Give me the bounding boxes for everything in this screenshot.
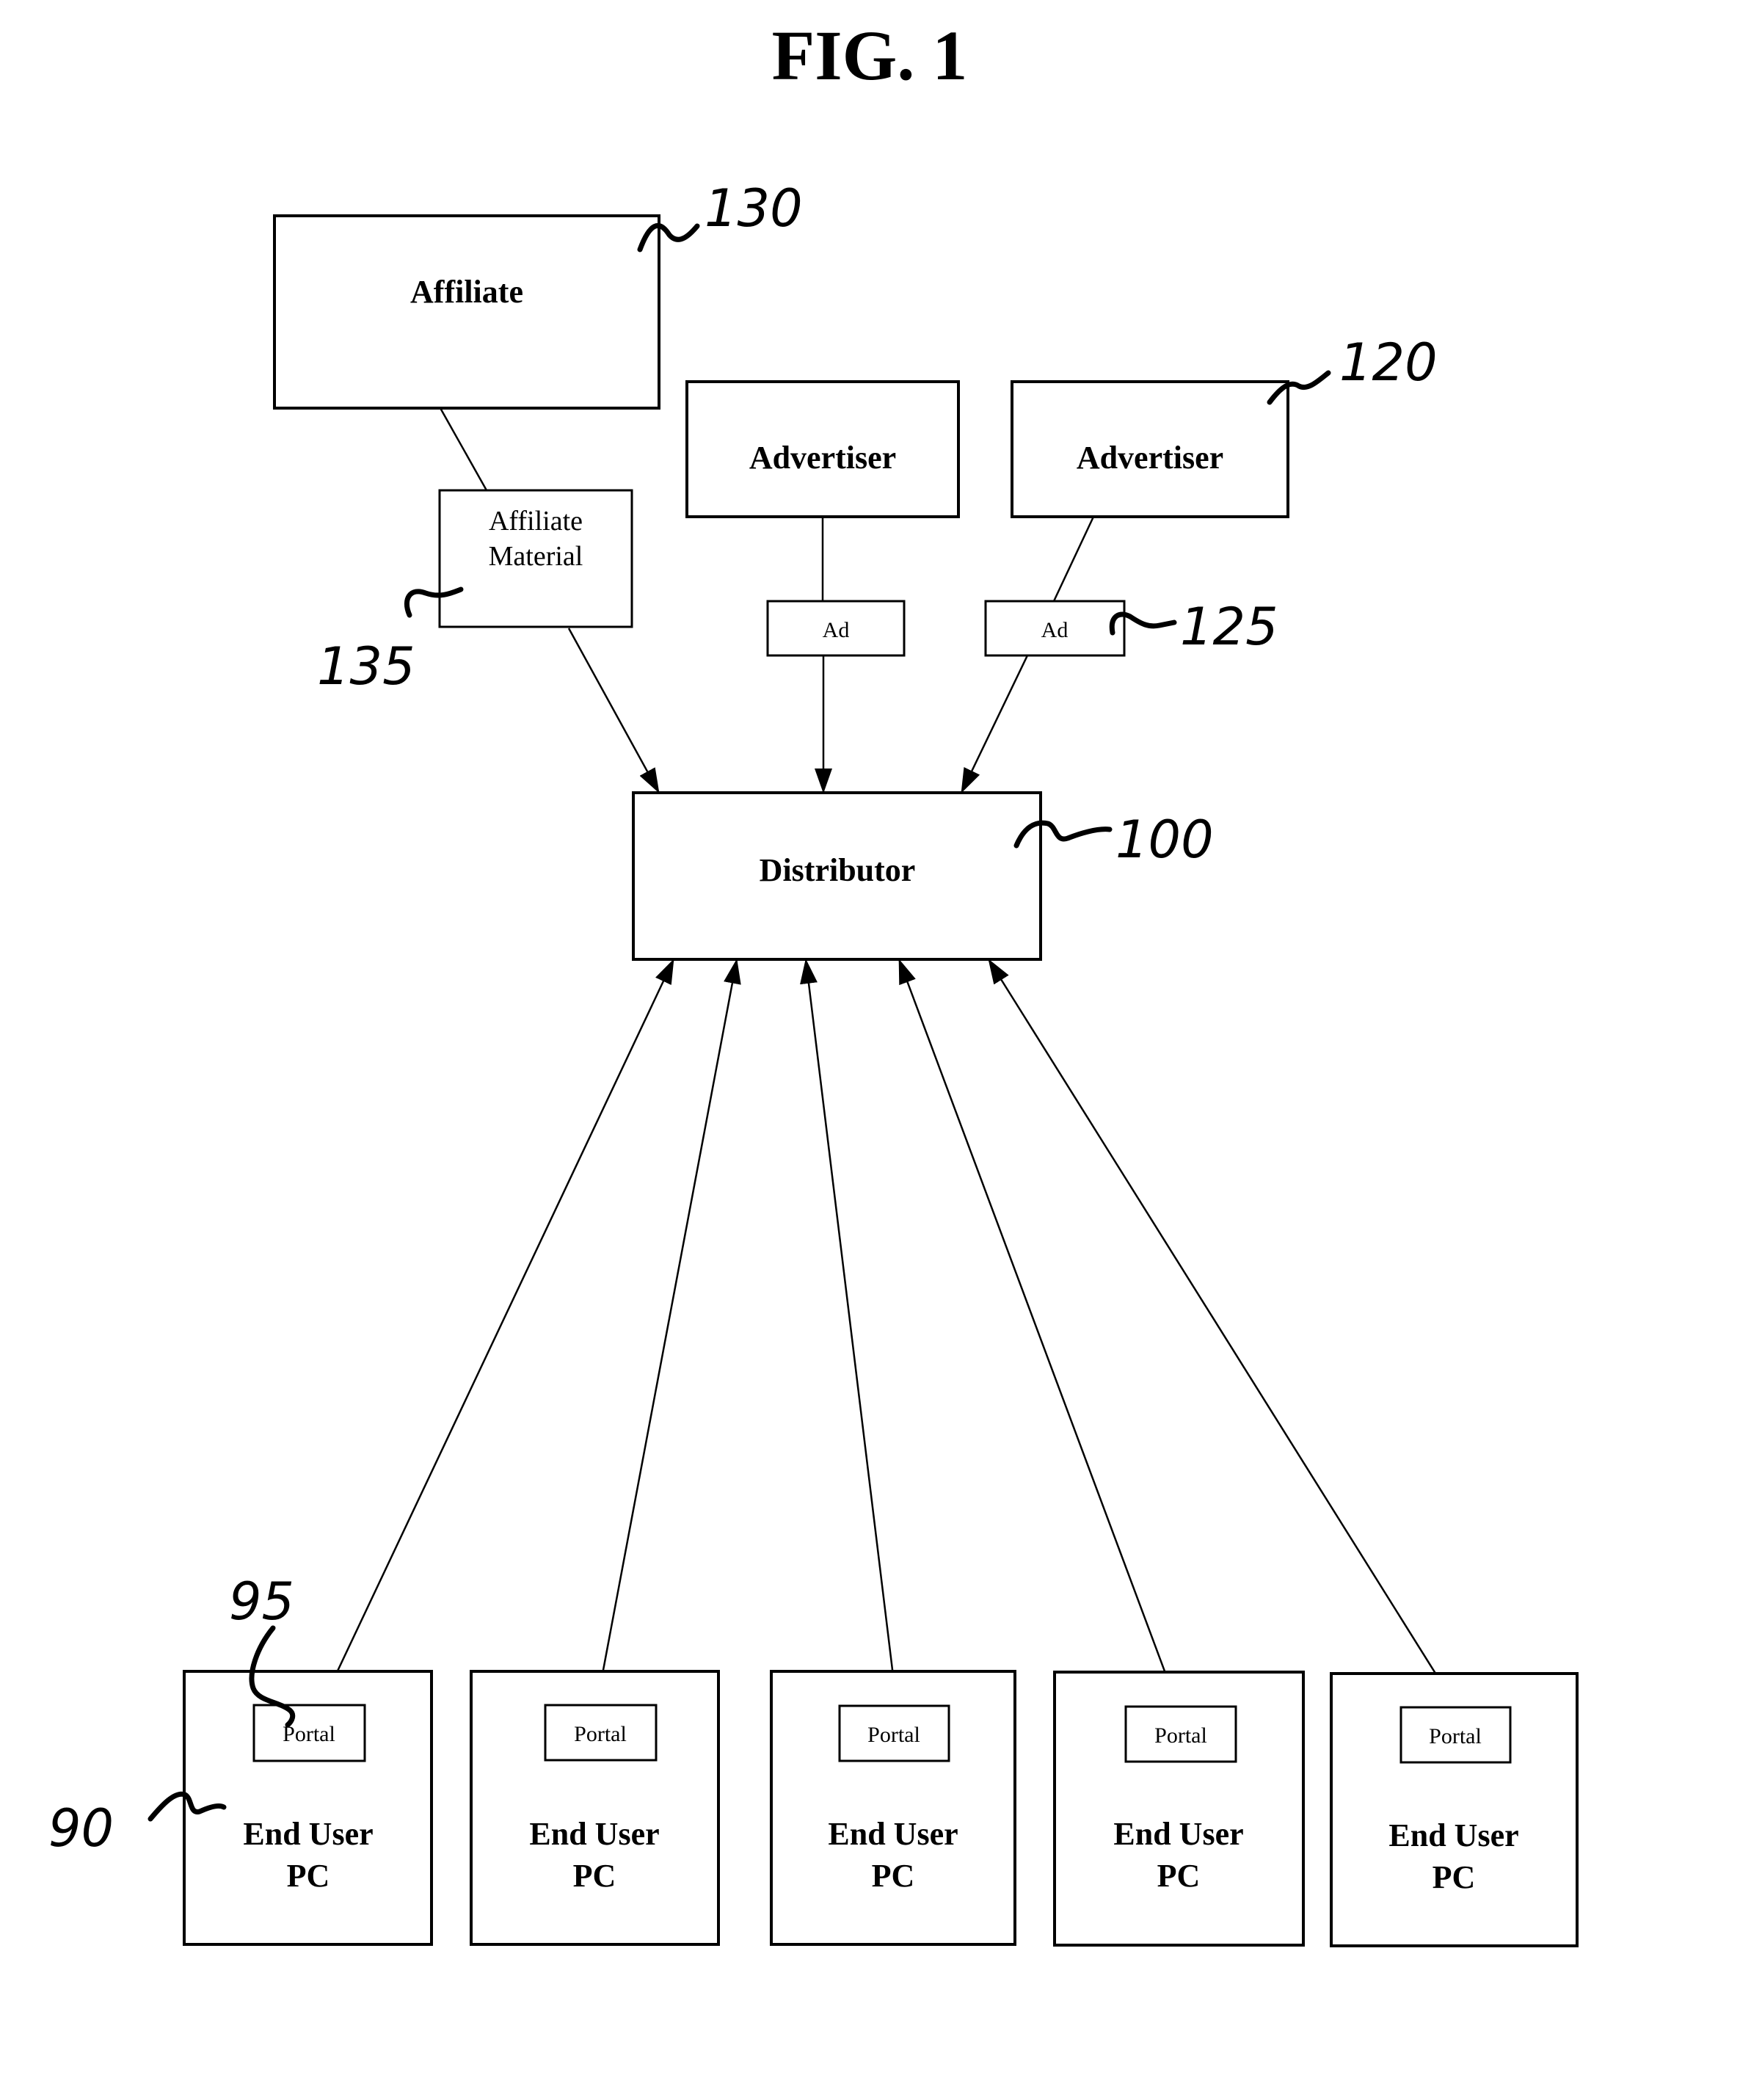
end-user-label-line2: PC	[872, 1858, 915, 1894]
end-user-label-line1: End User	[828, 1816, 958, 1852]
end-user-label-line2: PC	[287, 1858, 330, 1894]
advertiser-2-to-ad-2-line	[1052, 516, 1095, 602]
distributor-node: Distributor	[632, 791, 1042, 961]
advertiser-2-label: Advertiser	[1077, 440, 1223, 476]
end-user-pc-5: Portal End User PC	[1330, 1672, 1579, 1947]
ad-2-label: Ad	[1041, 618, 1069, 642]
advertiser-1-node: Advertiser	[685, 380, 960, 518]
patent-diagram: FIG. 1 Affiliate 130 Affiliate Material …	[48, 16, 1579, 1947]
link-arrow-pc-3	[800, 959, 903, 1707]
end-user-pc-2: Portal End User PC	[470, 1670, 720, 1946]
ad-2-ref: 125	[1180, 597, 1278, 657]
advertiser-1-label: Advertiser	[749, 440, 896, 476]
advertiser-2-ref: 120	[1339, 333, 1438, 393]
affiliate-material-node: Affiliate Material	[438, 489, 633, 628]
portal-label: Portal	[1154, 1723, 1207, 1748]
ad-1-label: Ad	[823, 618, 850, 642]
advertiser-2-node: Advertiser	[1011, 380, 1289, 518]
end-user-label-line2: PC	[1157, 1858, 1201, 1894]
affiliate-node: Affiliate	[273, 214, 660, 410]
figure-title: FIG. 1	[772, 16, 968, 95]
affiliate-material-ref: 135	[317, 636, 415, 697]
end-user-pc-ref: 90	[48, 1798, 114, 1859]
end-user-label-line2: PC	[1433, 1859, 1476, 1895]
distributor-label: Distributor	[760, 852, 916, 888]
link-arrow-pc-1	[320, 959, 675, 1706]
ad-1-node: Ad	[766, 600, 906, 657]
end-user-label-line1: End User	[243, 1816, 373, 1852]
affiliate-material-label-line1: Affiliate	[489, 506, 583, 537]
ad-2-to-distributor-arrow	[960, 655, 1029, 793]
link-arrow-pc-2	[592, 959, 741, 1706]
material-to-distributor-arrow	[567, 628, 660, 793]
portal-label: Portal	[867, 1723, 920, 1747]
affiliate-ref: 130	[705, 178, 803, 239]
affiliate-label: Affiliate	[410, 274, 523, 310]
portal-label: Portal	[574, 1722, 627, 1746]
affiliate-to-material-line	[439, 407, 488, 491]
end-user-label-line1: End User	[1388, 1817, 1518, 1853]
portal-label: Portal	[1429, 1724, 1482, 1748]
link-arrow-pc-4	[898, 959, 1179, 1707]
affiliate-material-label-line2: Material	[489, 541, 583, 572]
link-arrow-pc-5	[987, 959, 1458, 1708]
ad-2-node: Ad	[984, 600, 1126, 657]
distributor-ref: 100	[1115, 810, 1214, 870]
end-user-label-line1: End User	[1113, 1816, 1243, 1852]
affiliate-box	[273, 214, 660, 410]
end-user-pc-3: Portal End User PC	[770, 1670, 1016, 1946]
end-user-label-line2: PC	[573, 1858, 616, 1894]
distributor-enduser-links	[320, 959, 1458, 1708]
end-user-pc-4: Portal End User PC	[1053, 1671, 1305, 1947]
portal-ref: 95	[229, 1572, 294, 1632]
end-user-label-line1: End User	[529, 1816, 659, 1852]
